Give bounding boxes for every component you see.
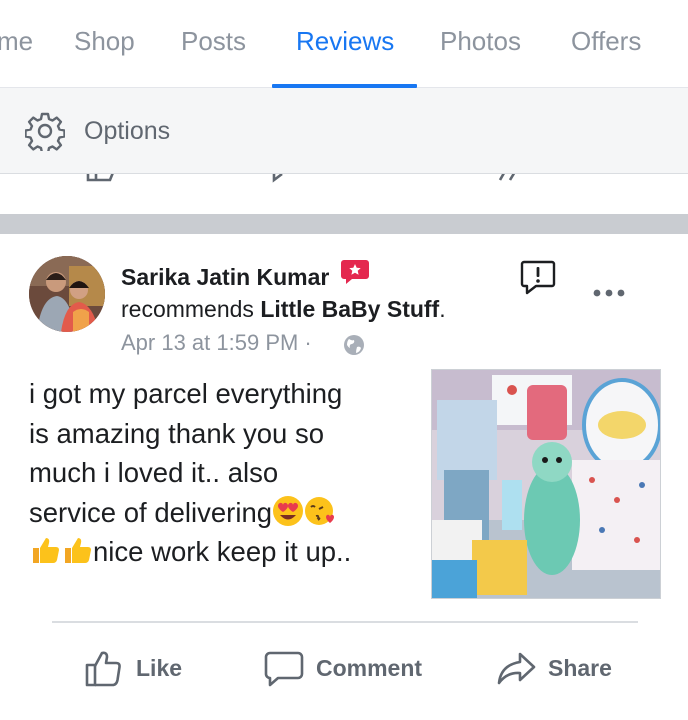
like-icon <box>85 651 121 687</box>
review-line: nice work keep it up.. <box>93 536 352 567</box>
comment-button[interactable]: Comment <box>264 644 422 692</box>
share-button[interactable]: Share <box>496 644 612 692</box>
report-icon[interactable] <box>519 258 557 296</box>
review-post: Sarika Jatin Kumar recommends Little BaB… <box>0 234 688 720</box>
previous-post-actions <box>0 174 688 214</box>
review-line: service of delivering <box>29 496 273 528</box>
feed-separator <box>0 214 688 234</box>
share-icon <box>497 652 536 685</box>
like-icon <box>86 174 114 182</box>
review-line: i got my parcel everything <box>29 378 343 409</box>
review-line: is amazing thank you so <box>29 417 325 449</box>
more-options-icon[interactable] <box>592 286 626 300</box>
tab-reviews[interactable]: Reviews <box>296 26 394 57</box>
globe-icon <box>344 335 364 355</box>
options-bar[interactable]: Options <box>0 88 688 174</box>
comment-label: Comment <box>316 654 423 681</box>
tab-home[interactable]: me <box>0 26 33 57</box>
heart-eyes-emoji-icon <box>273 495 304 526</box>
comment-icon <box>264 651 304 687</box>
like-button[interactable]: Like <box>84 644 182 692</box>
thumbs-up-emoji-icon <box>65 538 91 563</box>
tab-offers[interactable]: Offers <box>571 26 641 57</box>
tab-posts[interactable]: Posts <box>181 26 246 57</box>
tab-photos[interactable]: Photos <box>440 26 521 57</box>
like-label: Like <box>136 654 183 681</box>
review-line-with-emoji: service of delivering <box>29 493 414 533</box>
recommendation-line: recommends Little BaBy Stuff. <box>121 296 446 323</box>
author-name[interactable]: Sarika Jatin Kumar <box>121 264 329 291</box>
tab-shop[interactable]: Shop <box>74 26 135 57</box>
review-photo[interactable] <box>431 369 661 599</box>
recommends-prefix: recommends <box>121 296 261 322</box>
gear-icon <box>25 112 65 151</box>
review-line: much i loved it.. also <box>29 457 279 488</box>
actions-divider <box>52 621 638 623</box>
share-label: Share <box>548 654 612 681</box>
comment-icon <box>272 174 283 183</box>
review-line-with-emoji: nice work keep it up.. <box>29 532 414 572</box>
options-label: Options <box>84 117 171 145</box>
page-tabs: me Shop Posts Reviews Photos Offers <box>0 0 688 88</box>
page-name-link[interactable]: Little BaBy Stuff <box>260 296 439 322</box>
kiss-emoji-icon <box>305 496 335 525</box>
review-text: i got my parcel everything is amazing th… <box>29 374 414 572</box>
recommendation-badge-icon <box>341 260 369 284</box>
post-timestamp[interactable]: Apr 13 at 1:59 PM · <box>121 330 312 356</box>
avatar[interactable] <box>29 256 105 332</box>
share-icon <box>498 174 516 181</box>
recommends-suffix: . <box>439 296 446 322</box>
thumbs-up-emoji-icon <box>33 538 59 563</box>
